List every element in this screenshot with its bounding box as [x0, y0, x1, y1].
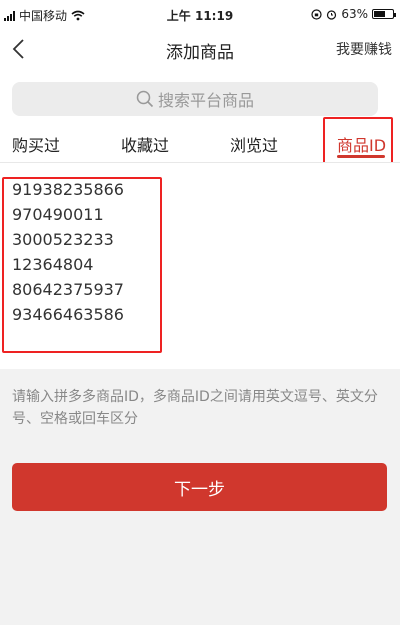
alarm-icon [327, 9, 337, 20]
tab-purchased[interactable]: 购买过 [12, 132, 60, 156]
next-step-button[interactable]: 下一步 [12, 463, 387, 511]
search-input[interactable]: 搜索平台商品 [12, 82, 378, 116]
rotation-lock-icon [311, 8, 322, 20]
status-right: 63% [311, 7, 396, 21]
search-placeholder: 搜索平台商品 [157, 91, 254, 110]
earn-money-link[interactable]: 我要赚钱 [336, 39, 392, 59]
search-icon [136, 90, 154, 108]
battery-icon [372, 9, 396, 19]
annotation-box-ids [2, 177, 162, 353]
input-hint: 请输入拼多多商品ID，多商品ID之间请用英文逗号、英文分号、空格或回车区分 [12, 389, 378, 427]
tab-browsed[interactable]: 浏览过 [230, 132, 278, 156]
tab-favorited[interactable]: 收藏过 [121, 132, 169, 156]
status-bar: 中国移动 上午 11:19 63% [0, 0, 400, 30]
battery-percent: 63% [341, 7, 368, 21]
navigation-bar: 添加商品 我要赚钱 [0, 30, 400, 70]
